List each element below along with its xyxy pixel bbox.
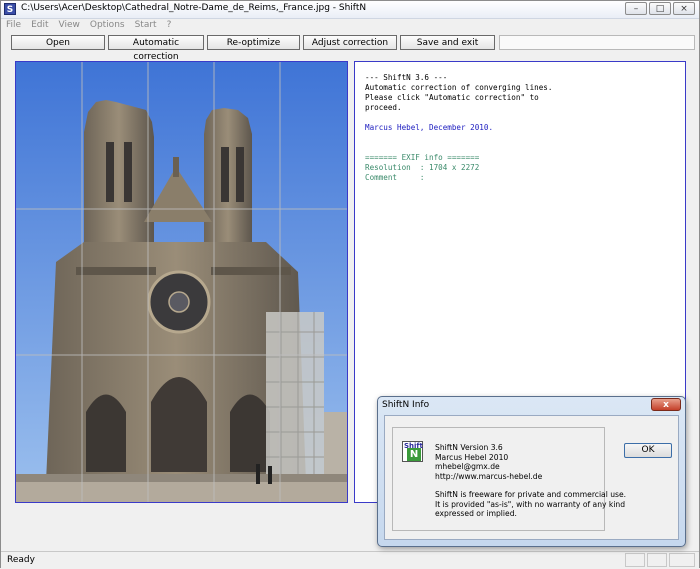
window-title: C:\Users\Acer\Desktop\Cathedral_Notre-Da… bbox=[21, 3, 367, 13]
dialog-body: Shift N ShiftN Version 3.6 Marcus Hebel … bbox=[384, 415, 679, 540]
maximize-icon[interactable]: □ bbox=[649, 2, 671, 15]
menu-help[interactable]: ? bbox=[162, 19, 177, 33]
menu-start[interactable]: Start bbox=[130, 19, 162, 33]
logo-text-n: N bbox=[407, 448, 421, 461]
info-line-desc: Automatic correction of converging lines… bbox=[365, 83, 553, 92]
image-preview[interactable] bbox=[15, 61, 348, 503]
dialog-close-icon[interactable]: x bbox=[651, 398, 681, 411]
resize-grip-icon[interactable] bbox=[669, 553, 695, 567]
re-optimize-button[interactable]: Re-optimize bbox=[207, 35, 300, 50]
author-text: Marcus Hebel 2010 bbox=[435, 452, 509, 462]
email-text: mhebel@gmx.de bbox=[435, 462, 500, 471]
status-text: Ready bbox=[7, 555, 35, 565]
menu-file[interactable]: File bbox=[1, 19, 26, 33]
status-cell bbox=[647, 553, 667, 567]
implied-text: expressed or implied. bbox=[435, 509, 517, 518]
warranty-text: It is provided "as-is", with no warranty… bbox=[435, 499, 626, 509]
adjust-correction-button[interactable]: Adjust correction bbox=[303, 35, 397, 50]
open-button[interactable]: Open bbox=[11, 35, 105, 50]
toolbar-empty-area bbox=[499, 35, 695, 50]
info-line-blank bbox=[365, 143, 685, 153]
info-line-author: Marcus Hebel, December 2010. bbox=[365, 123, 494, 132]
save-and-exit-button[interactable]: Save and exit bbox=[400, 35, 495, 50]
ok-button[interactable]: OK bbox=[624, 443, 672, 458]
info-line-resolution: Resolution : 1704 x 2272 bbox=[365, 163, 480, 172]
info-line-blank bbox=[365, 113, 685, 123]
status-bar: Ready bbox=[1, 551, 699, 569]
app-icon: S bbox=[4, 3, 16, 15]
menu-edit[interactable]: Edit bbox=[26, 19, 53, 33]
automatic-correction-button[interactable]: Automatic correction bbox=[108, 35, 204, 62]
menu-view[interactable]: View bbox=[54, 19, 85, 33]
info-line-instruction: Please click "Automatic correction" to bbox=[365, 93, 539, 102]
website-text: http://www.marcus-hebel.de bbox=[435, 471, 543, 481]
info-line-blank bbox=[365, 133, 685, 143]
info-line-proceed: proceed. bbox=[365, 103, 402, 112]
minimize-icon[interactable]: – bbox=[625, 2, 647, 15]
shiftn-logo-icon: Shift N bbox=[402, 441, 423, 462]
close-icon[interactable]: × bbox=[673, 2, 695, 15]
license-text: ShiftN is freeware for private and comme… bbox=[435, 490, 627, 499]
menu-bar: File Edit View Options Start ? bbox=[1, 19, 699, 33]
toolbar: Open Automatic correction Re-optimize Ad… bbox=[1, 33, 699, 62]
cathedral-photo bbox=[16, 62, 347, 502]
menu-options[interactable]: Options bbox=[85, 19, 130, 33]
status-cell bbox=[625, 553, 645, 567]
dialog-title: ShiftN Info bbox=[382, 400, 430, 410]
info-line-comment: Comment : bbox=[365, 173, 425, 182]
shiftn-info-dialog: ShiftN Info x Shift N ShiftN Version 3.6… bbox=[377, 396, 686, 547]
info-line-exif-header: ======= EXIF info ======= bbox=[365, 153, 480, 162]
version-text: ShiftN Version 3.6 bbox=[435, 443, 503, 452]
title-bar[interactable]: S C:\Users\Acer\Desktop\Cathedral_Notre-… bbox=[1, 1, 699, 19]
info-line-header: --- ShiftN 3.6 --- bbox=[365, 73, 448, 82]
info-group-box: Shift N ShiftN Version 3.6 Marcus Hebel … bbox=[392, 427, 626, 531]
